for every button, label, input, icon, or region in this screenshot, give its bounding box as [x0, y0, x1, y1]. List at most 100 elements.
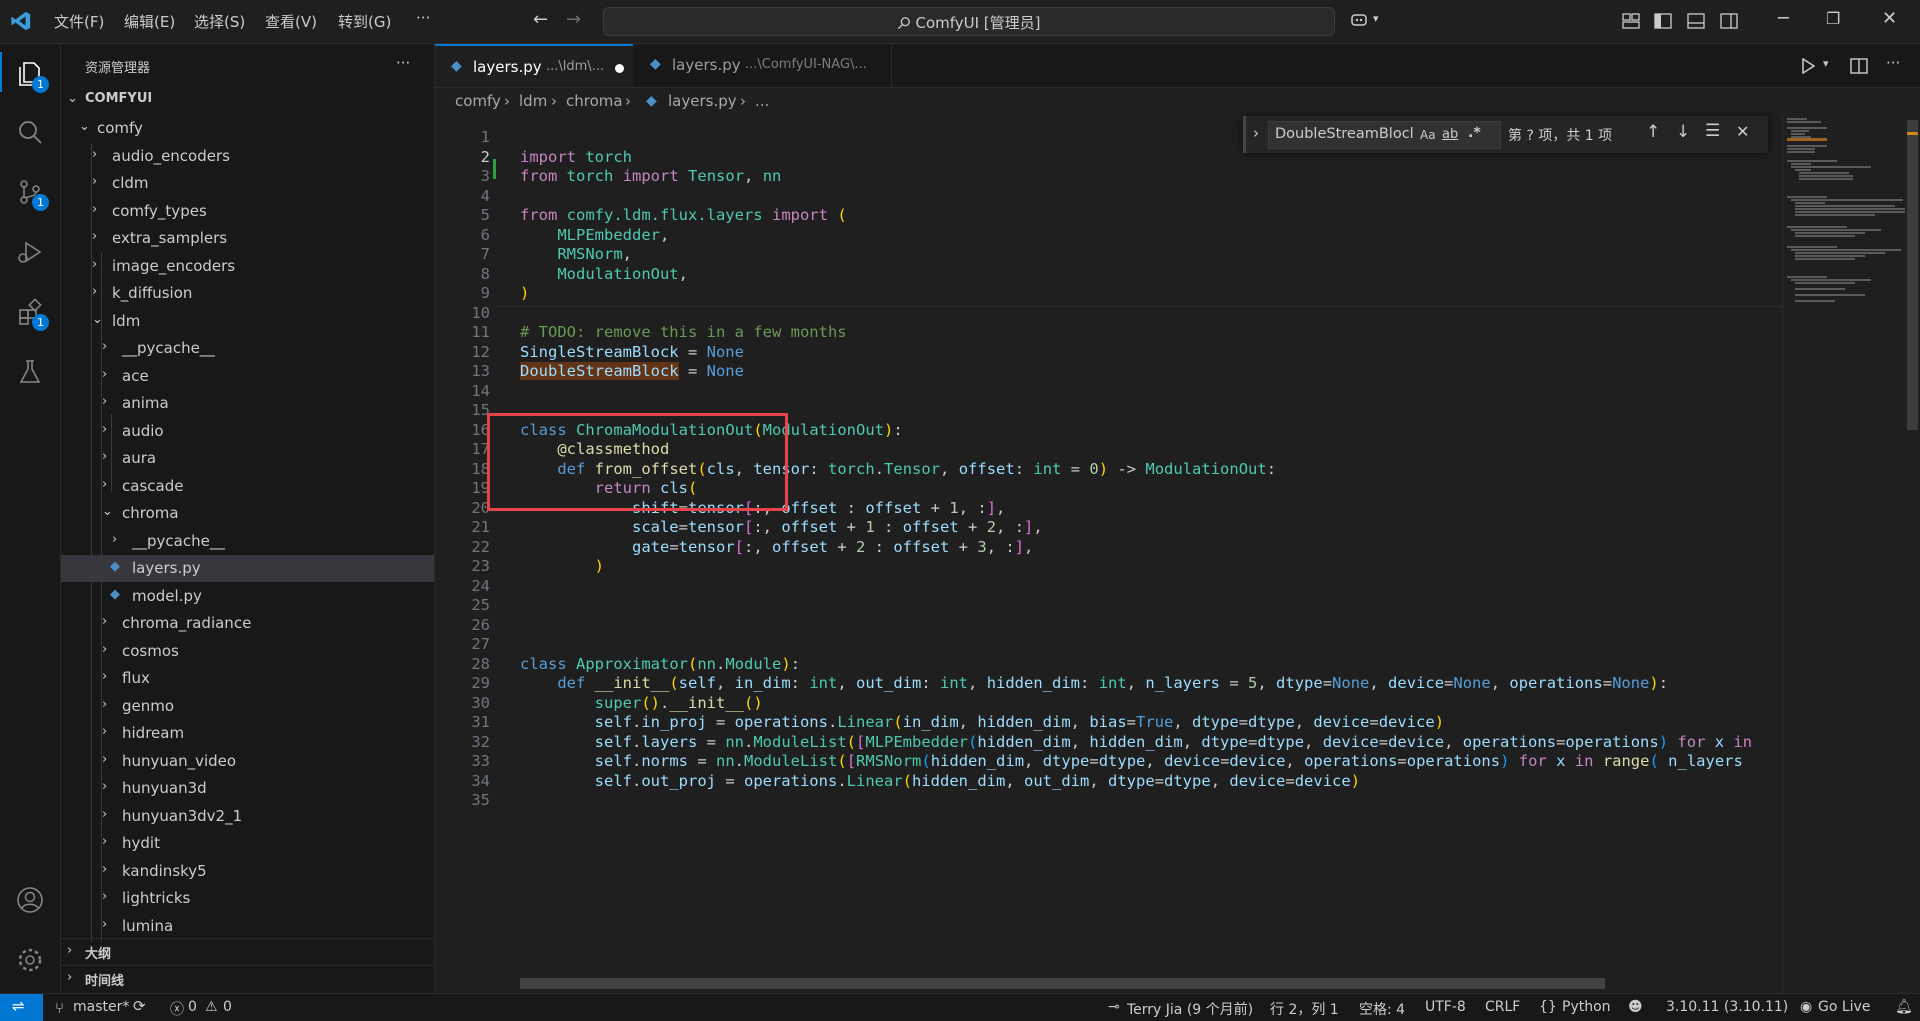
copilot-status-icon[interactable]: ☻: [1628, 999, 1643, 1015]
folder-item[interactable]: › ace: [61, 363, 434, 390]
folder-item[interactable]: › audio_encoders: [61, 143, 434, 170]
copilot-icon[interactable]: [1350, 11, 1370, 29]
folder-item[interactable]: › hydit: [61, 830, 434, 857]
menu-more[interactable]: ···: [416, 9, 430, 27]
previous-match-arrow-icon[interactable]: ↑: [1646, 122, 1660, 142]
cursor-position[interactable]: 行 2，列 1: [1270, 999, 1339, 1019]
file-item[interactable]: ◆ model.py: [61, 583, 434, 610]
more-actions-icon[interactable]: ···: [1886, 54, 1900, 72]
run-debug-icon[interactable]: [12, 234, 48, 270]
menu-go[interactable]: 转到(G): [338, 11, 391, 32]
minimize-icon[interactable]: ─: [1778, 8, 1789, 29]
outline-section[interactable]: › 大纲: [61, 938, 434, 966]
folder-item[interactable]: › chroma_radiance: [61, 610, 434, 637]
sidebar-more-icon[interactable]: ···: [396, 54, 410, 72]
folder-item[interactable]: › hunyuan3dv2_1: [61, 803, 434, 830]
split-editor-icon[interactable]: [1850, 58, 1868, 74]
menu-file[interactable]: 文件(F): [54, 11, 104, 32]
go-live-button[interactable]: Go Live: [1818, 999, 1870, 1015]
file-encoding[interactable]: UTF-8: [1425, 999, 1466, 1015]
remote-indicator[interactable]: ⇌: [0, 994, 43, 1021]
git-blame[interactable]: Terry Jia (9 个月前): [1127, 999, 1253, 1019]
folder-item[interactable]: › anima: [61, 390, 434, 417]
source-control-icon[interactable]: 1: [12, 174, 49, 211]
indentation[interactable]: 空格: 4: [1359, 999, 1405, 1019]
menu-edit[interactable]: 编辑(E): [124, 11, 175, 32]
folder-item[interactable]: › kandinsky5: [61, 858, 434, 885]
folder-item[interactable]: › hunyuan_video: [61, 748, 434, 775]
sync-icon[interactable]: ⟳: [133, 997, 146, 1015]
match-case-button[interactable]: Aa: [1418, 128, 1436, 142]
breadcrumb-item[interactable]: chroma: [566, 92, 623, 110]
find-input[interactable]: DoubleStreamBlocl Aa ab .*: [1268, 121, 1501, 149]
customize-layout-icon[interactable]: [1622, 13, 1640, 29]
folder-item[interactable]: › image_encoders: [61, 253, 434, 280]
next-match-arrow-icon[interactable]: ↓: [1676, 122, 1690, 142]
timeline-section[interactable]: › 时间线: [61, 965, 434, 993]
end-of-line[interactable]: CRLF: [1485, 999, 1520, 1015]
back-arrow-icon[interactable]: ←: [533, 9, 548, 30]
unsaved-dot-icon[interactable]: [615, 64, 624, 73]
warning-count[interactable]: 0: [223, 999, 232, 1015]
folder-item[interactable]: › lumina: [61, 913, 434, 940]
toggle-panel-icon[interactable]: [1687, 13, 1705, 29]
extensions-icon[interactable]: 1: [12, 294, 49, 331]
menu-view[interactable]: 查看(V): [265, 11, 317, 32]
folder-item[interactable]: › cldm: [61, 170, 434, 197]
accounts-icon[interactable]: [12, 882, 48, 918]
tab-layers-ldm[interactable]: ◆ layers.py ...\ldm\...: [435, 44, 633, 87]
file-item[interactable]: ◆ layers.py: [61, 555, 434, 582]
run-python-icon[interactable]: [1801, 58, 1815, 74]
find-in-selection-icon[interactable]: ☰: [1705, 121, 1720, 141]
horizontal-scrollbar[interactable]: [520, 978, 1605, 989]
testing-flask-icon[interactable]: [12, 354, 48, 390]
search-icon[interactable]: [12, 114, 48, 150]
manage-gear-icon[interactable]: [12, 942, 48, 978]
folder-item[interactable]: › genmo: [61, 693, 434, 720]
close-window-icon[interactable]: ✕: [1882, 8, 1897, 29]
chevron-down-icon[interactable]: ▾: [1373, 12, 1379, 25]
folder-item[interactable]: › hunyuan3d: [61, 775, 434, 802]
folder-item[interactable]: › flux: [61, 665, 434, 692]
breadcrumb-item[interactable]: layers.py: [668, 92, 737, 110]
folder-item[interactable]: › __pycache__: [61, 528, 434, 555]
folder-item[interactable]: › comfy_types: [61, 198, 434, 225]
restore-icon[interactable]: ❐: [1826, 9, 1840, 28]
code-editor[interactable]: 1 2 import torch 3 from torch import Tensor,…: [435, 116, 1782, 993]
folder-item[interactable]: › k_diffusion: [61, 280, 434, 307]
toggle-secondary-sidebar-icon[interactable]: [1720, 13, 1738, 29]
tab-layers-nag[interactable]: ◆ layers.py ...\ComfyUI-NAG\...: [634, 44, 892, 87]
workspace-root[interactable]: ⌄ COMFYUI: [61, 87, 434, 114]
breadcrumb-item[interactable]: ...: [755, 92, 769, 110]
notifications-bell-icon[interactable]: 🔔︎: [1895, 999, 1913, 1015]
folder-item[interactable]: › lightricks: [61, 885, 434, 912]
chevron-down-icon[interactable]: ▾: [1823, 57, 1829, 70]
forward-arrow-icon[interactable]: →: [566, 9, 581, 30]
explorer-icon[interactable]: 1: [12, 56, 49, 93]
folder-item[interactable]: › hidream: [61, 720, 434, 747]
breadcrumb-item[interactable]: ldm: [519, 92, 547, 110]
command-center[interactable]: ComfyUI [管理员]: [603, 7, 1335, 36]
folder-item[interactable]: › __pycache__: [61, 335, 434, 362]
menu-selection[interactable]: 选择(S): [194, 11, 245, 32]
folder-item[interactable]: › cascade: [61, 473, 434, 500]
python-interpreter[interactable]: 3.10.11 (3.10.11): [1666, 999, 1788, 1015]
folder-item[interactable]: › audio: [61, 418, 434, 445]
folder-item[interactable]: ⌄ comfy: [61, 115, 434, 142]
use-regex-button[interactable]: .*: [1468, 125, 1481, 141]
minimap[interactable]: [1782, 116, 1906, 993]
folder-item[interactable]: ⌄ ldm: [61, 308, 434, 335]
match-whole-word-button[interactable]: ab: [1442, 127, 1458, 142]
git-branch[interactable]: master*: [73, 999, 129, 1015]
language-mode[interactable]: Python: [1562, 999, 1611, 1015]
folder-item[interactable]: › aura: [61, 445, 434, 472]
folder-item[interactable]: ⌄ chroma: [61, 500, 434, 527]
breadcrumb-item[interactable]: comfy: [455, 92, 501, 110]
folder-item[interactable]: › extra_samplers: [61, 225, 434, 252]
scrollbar-thumb[interactable]: [1907, 120, 1918, 430]
error-count[interactable]: 0: [188, 999, 197, 1015]
vertical-scrollbar[interactable]: [1905, 116, 1920, 993]
close-find-icon[interactable]: ✕: [1736, 122, 1749, 141]
toggle-replace-chevron-icon[interactable]: ›: [1253, 124, 1259, 142]
toggle-primary-sidebar-icon[interactable]: [1654, 13, 1672, 29]
